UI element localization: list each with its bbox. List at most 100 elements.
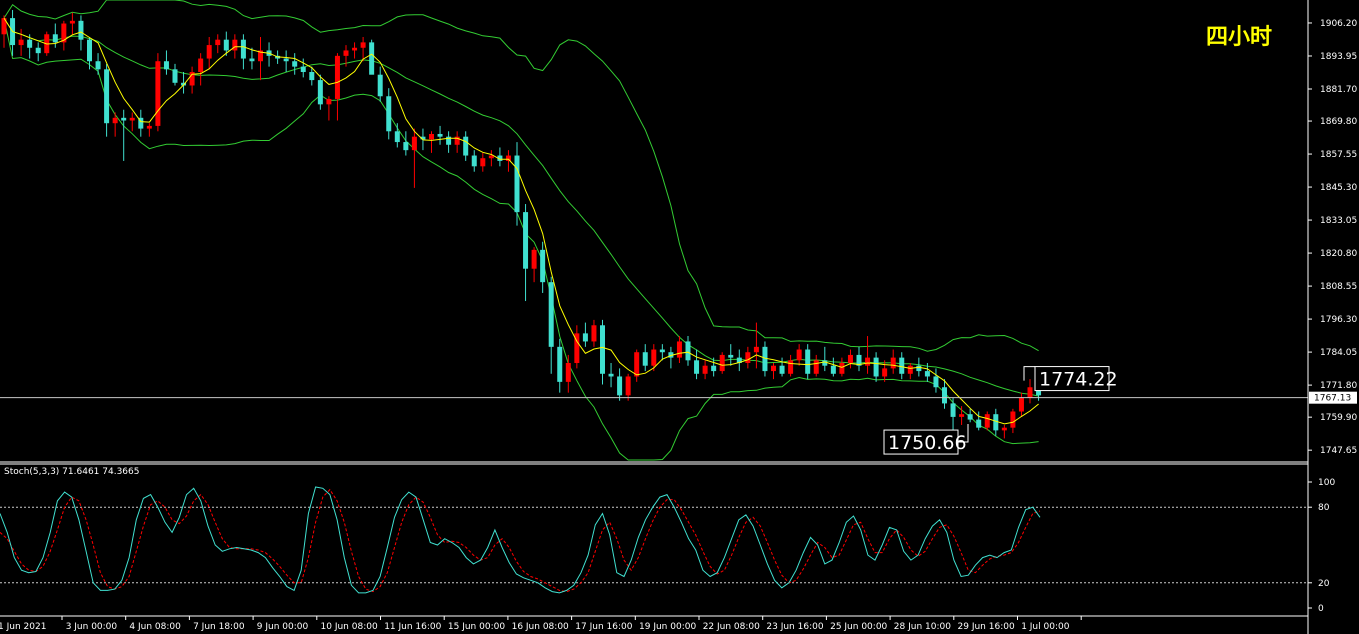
- candle-body: [942, 387, 947, 404]
- x-tick-label: 28 Jun 10:00: [894, 622, 951, 632]
- candle-body: [694, 360, 700, 374]
- candle-body: [18, 39, 24, 46]
- candle-body: [1010, 411, 1016, 428]
- candle-body: [35, 47, 41, 54]
- y-tick-label: 1869.80: [1320, 117, 1357, 127]
- candle-body: [87, 39, 92, 62]
- x-tick-label: 22 Jun 08:00: [703, 622, 760, 632]
- candle-body: [112, 117, 118, 124]
- y-tick-label: 80: [1318, 503, 1330, 513]
- candle-body: [976, 419, 982, 428]
- candle-body: [548, 282, 554, 347]
- candle-body: [728, 354, 734, 358]
- y-tick-label: 1906.20: [1320, 19, 1357, 29]
- candle-body: [223, 39, 229, 51]
- candle-body: [822, 360, 828, 366]
- candle-body: [523, 212, 529, 269]
- candle-body: [557, 346, 563, 382]
- candle-body: [967, 414, 973, 420]
- x-tick-label: 15 Jun 00:00: [448, 622, 505, 632]
- candle-body: [608, 373, 614, 377]
- candle-body: [429, 133, 434, 140]
- candle-body: [565, 363, 571, 382]
- candle-body: [437, 133, 443, 137]
- y-tick-label: 1771.80: [1320, 381, 1357, 391]
- candle-body: [634, 352, 640, 377]
- candle-body: [779, 365, 785, 374]
- candle-body: [711, 365, 717, 372]
- candle-body: [617, 376, 623, 396]
- y-tick-label: 1808.55: [1320, 282, 1357, 292]
- candle-body: [676, 341, 682, 358]
- candle-body: [155, 61, 161, 126]
- y-tick-label: 0: [1318, 604, 1324, 614]
- y-tick-label: 1759.90: [1320, 413, 1357, 423]
- candle-body: [360, 42, 366, 48]
- candle: [155, 53, 161, 132]
- candle-body: [933, 376, 939, 388]
- candle-body: [69, 20, 75, 24]
- high-price-annotation: 1774.22: [1034, 366, 1118, 392]
- candle-body: [198, 58, 204, 73]
- candle-body: [309, 72, 315, 81]
- candle: [369, 39, 375, 75]
- candle-body: [907, 365, 913, 374]
- chart: 1774.22 1750.66 1906.20 1893.95 1881.70 1869…: [0, 0, 1359, 634]
- x-tick-label: 23 Jun 16:00: [766, 622, 823, 632]
- candle-body: [959, 414, 965, 417]
- candle-body: [625, 376, 631, 396]
- candle-body: [377, 74, 383, 97]
- candle-body: [249, 58, 255, 62]
- candle-body: [326, 98, 332, 105]
- candle-body: [924, 371, 930, 377]
- x-tick-label: 1 Jun 2021: [0, 622, 46, 632]
- candle-body: [146, 125, 152, 129]
- x-tick-label: 25 Jun 00:00: [830, 622, 887, 632]
- candle-body: [334, 55, 340, 99]
- candle-body: [163, 61, 169, 70]
- svg-text:1774.22: 1774.22: [1039, 369, 1118, 391]
- candle-body: [206, 45, 212, 59]
- y-tick-label: 1833.05: [1320, 216, 1357, 226]
- candle-body: [1027, 387, 1033, 399]
- candle-body: [129, 117, 135, 121]
- candle-body: [343, 50, 349, 56]
- y-tick-label: 1820.80: [1320, 249, 1357, 259]
- candle-body: [865, 357, 871, 366]
- x-tick-label: 29 Jun 16:00: [958, 622, 1015, 632]
- x-tick-label: 1 Jul 00:00: [1021, 622, 1070, 632]
- y-tick-label: 1893.95: [1320, 52, 1357, 62]
- candle-body: [1018, 398, 1024, 412]
- candle-body: [104, 69, 110, 124]
- candle-body: [788, 360, 794, 374]
- candle-body: [771, 365, 776, 372]
- candle-body: [394, 131, 400, 143]
- y-tick-label: 1796.30: [1320, 315, 1357, 325]
- candle-body: [591, 325, 597, 342]
- candle: [719, 352, 725, 374]
- candle-body: [95, 61, 101, 70]
- candle-body: [882, 368, 888, 377]
- y-tick-label: 20: [1318, 579, 1330, 589]
- candle-body: [805, 349, 811, 374]
- candle-body: [890, 357, 896, 369]
- candle-body: [215, 39, 221, 46]
- candle-body: [531, 249, 537, 269]
- candle-body: [830, 365, 836, 374]
- candle-body: [540, 249, 546, 283]
- candle-body: [993, 414, 999, 431]
- candle-body: [121, 117, 127, 121]
- stochastic-label: Stoch(5,3,3) 71.6461 74.3665: [4, 467, 139, 477]
- candle-body: [403, 142, 409, 151]
- candle-body: [745, 352, 751, 364]
- x-tick-label: 17 Jun 16:00: [575, 622, 632, 632]
- candle-body: [642, 352, 648, 366]
- candle-body: [27, 39, 33, 48]
- candle-body: [292, 61, 298, 67]
- y-tick-label: 1881.70: [1320, 85, 1357, 95]
- candle-body: [471, 155, 477, 167]
- candle-body: [600, 325, 605, 374]
- candle-body: [78, 20, 84, 40]
- candle-body: [463, 136, 469, 156]
- candle-body: [1001, 427, 1007, 431]
